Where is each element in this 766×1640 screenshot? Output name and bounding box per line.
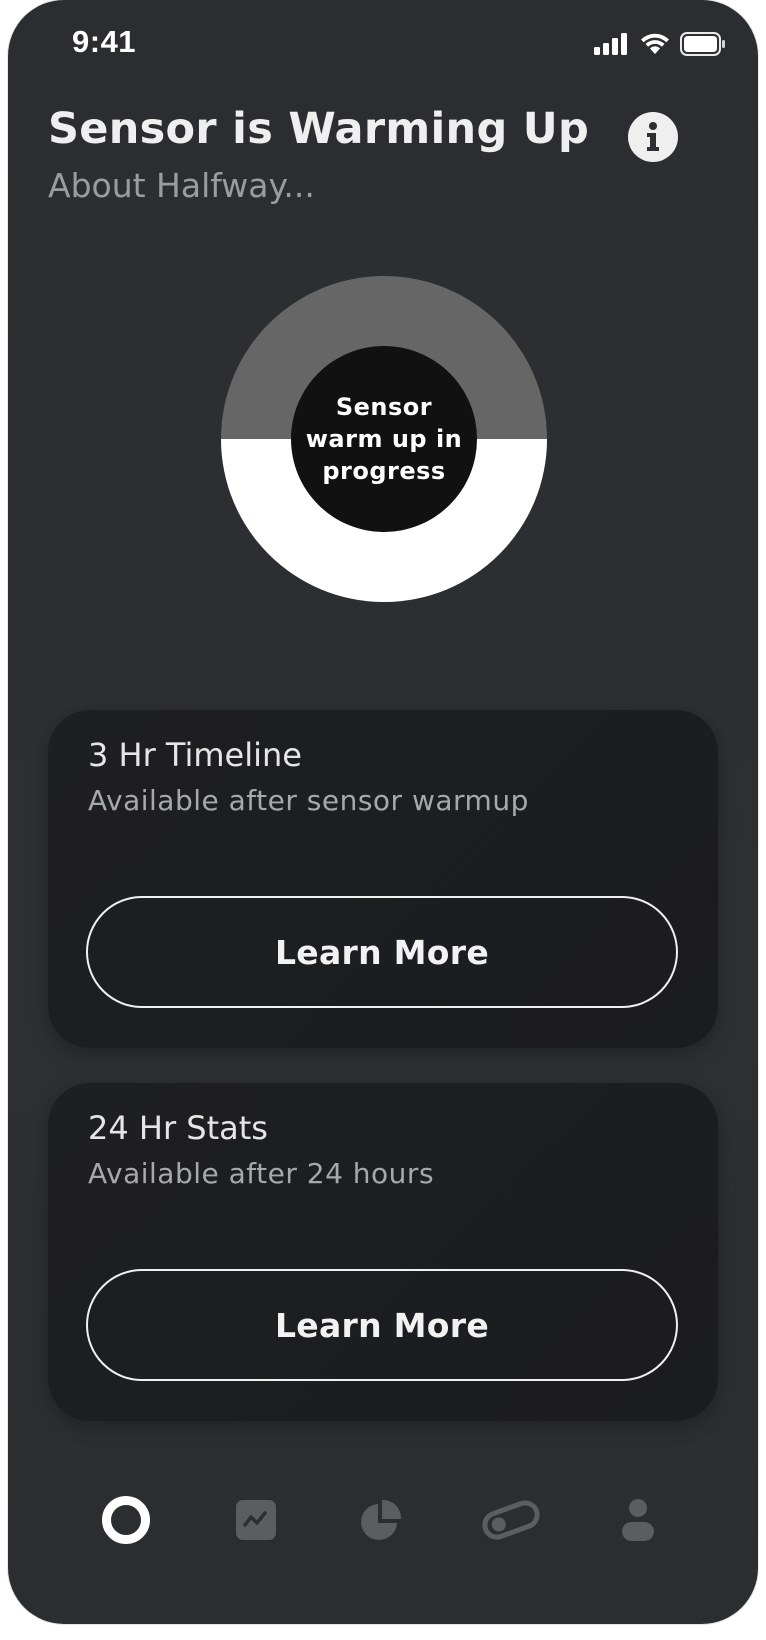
pie-chart-icon [359, 1498, 403, 1542]
trend-chart-icon [235, 1499, 277, 1541]
home-ring-icon [100, 1494, 152, 1546]
card-subtitle: Available after sensor warmup [88, 784, 529, 817]
signal-icon [594, 33, 630, 55]
page-title: Sensor is Warming Up [48, 104, 590, 154]
card-title: 3 Hr Timeline [88, 736, 302, 774]
stats-learn-more-button[interactable]: Learn More [86, 1269, 678, 1381]
button-label: Learn More [274, 1305, 490, 1345]
wifi-icon [640, 33, 670, 55]
nav-home[interactable] [86, 1480, 166, 1560]
profile-icon [620, 1498, 656, 1542]
nav-trends[interactable] [216, 1480, 296, 1560]
warmup-status-label: Sensor warm up in progress [305, 393, 463, 485]
info-icon [628, 112, 678, 162]
bottom-nav [8, 1480, 758, 1580]
status-time: 9:41 [72, 24, 137, 59]
nav-sensor[interactable] [471, 1480, 551, 1560]
status-bar: 9:41 [8, 0, 758, 90]
info-button[interactable] [628, 112, 678, 162]
card-title: 24 Hr Stats [88, 1109, 268, 1147]
stats-card: 24 Hr Stats Available after 24 hours Lea… [48, 1083, 718, 1421]
button-label: Learn More [274, 932, 490, 972]
card-subtitle: Available after 24 hours [88, 1157, 435, 1190]
sensor-toggle-icon [481, 1498, 541, 1542]
nav-stats[interactable] [341, 1480, 421, 1560]
battery-icon [680, 32, 726, 56]
timeline-card: 3 Hr Timeline Available after sensor war… [48, 710, 718, 1048]
nav-profile[interactable] [598, 1480, 678, 1560]
ring-center: Sensor warm up in progress [291, 346, 477, 532]
timeline-learn-more-button[interactable]: Learn More [86, 896, 678, 1008]
page-subtitle: About Halfway... [48, 166, 315, 205]
warmup-progress-ring: Sensor warm up in progress [221, 276, 547, 602]
status-icons [594, 32, 726, 56]
phone-screen: 9:41 Sensor is Warming Up About Halfway.… [8, 0, 758, 1624]
